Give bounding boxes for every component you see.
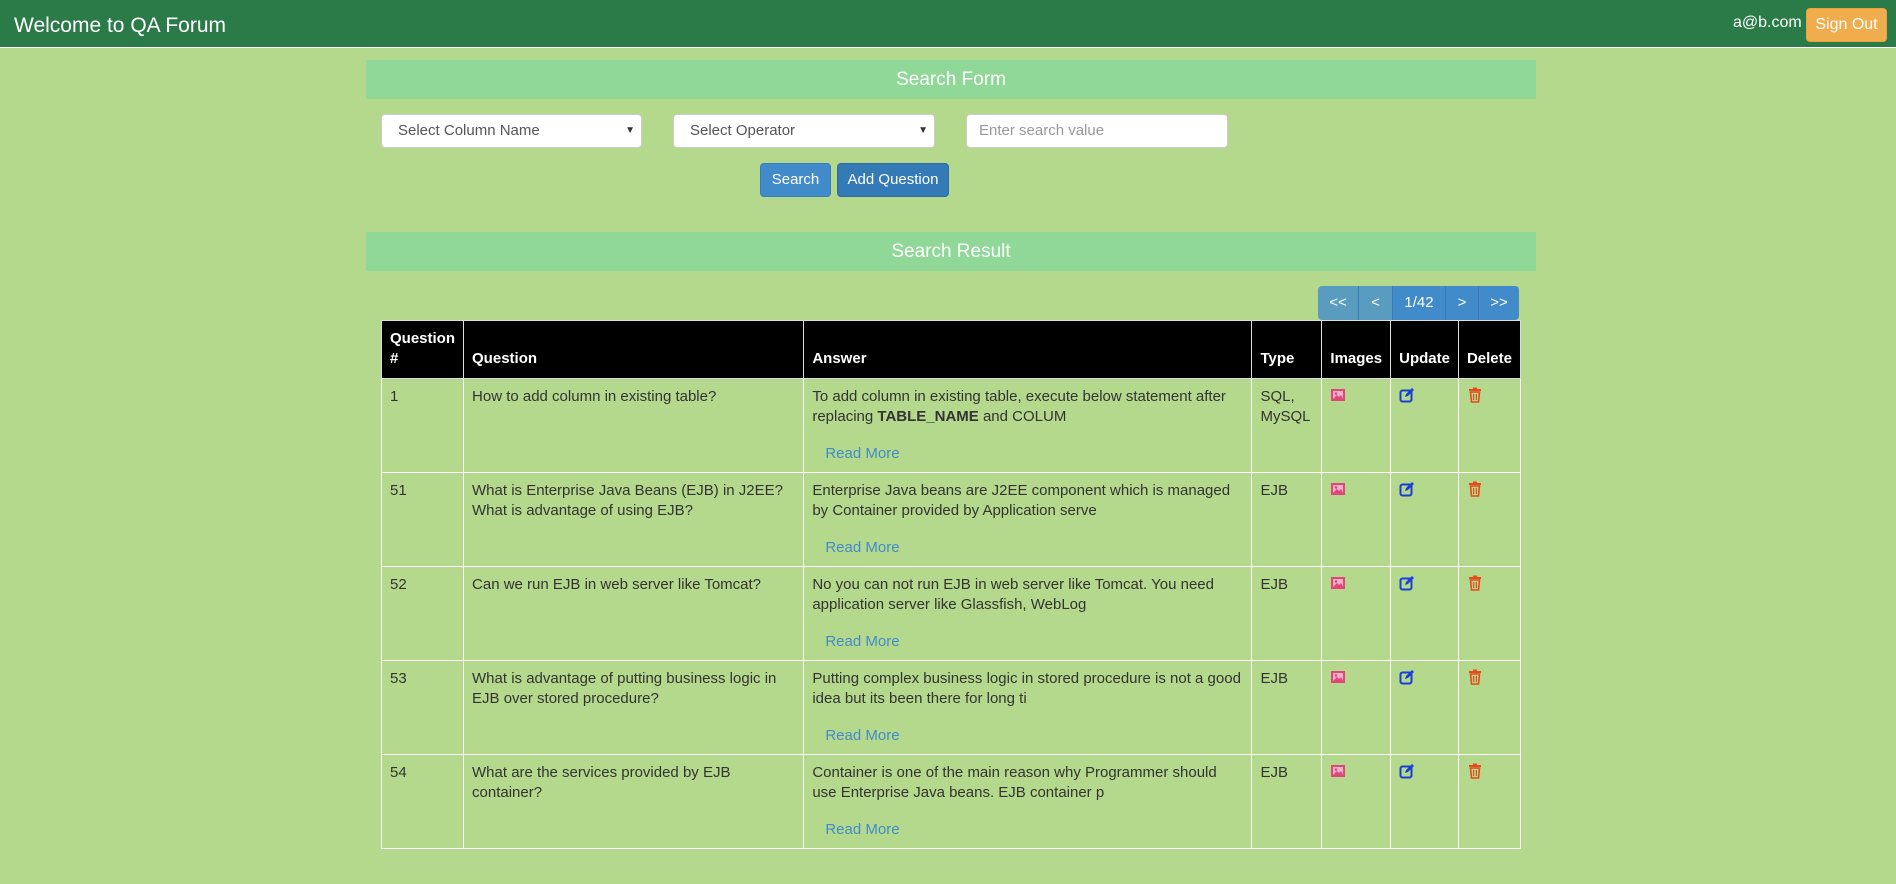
delete-cell	[1457, 378, 1522, 473]
update-cell	[1390, 660, 1459, 755]
images-cell	[1321, 378, 1392, 473]
answer-text: Enterprise Java beans are J2EE component…	[812, 482, 1231, 519]
update-cell	[1390, 472, 1459, 567]
question-number: 51	[380, 472, 465, 567]
column-header: Images	[1321, 320, 1392, 379]
read-more-link[interactable]: Read More	[825, 820, 1243, 840]
update-cell	[1390, 754, 1459, 849]
pagination: << < 1/42 > >>	[1318, 286, 1519, 320]
question-type: SQL, MySQL	[1251, 378, 1323, 473]
last-page-button[interactable]: >>	[1479, 286, 1519, 320]
update-cell	[1390, 378, 1459, 473]
column-name-select[interactable]: Select Column Name ▼	[381, 114, 642, 148]
read-more-link[interactable]: Read More	[825, 726, 1243, 746]
question-number: 53	[380, 660, 465, 755]
column-header: Question	[463, 320, 805, 379]
column-header: Delete	[1457, 320, 1522, 379]
top-navbar: Welcome to QA Forum a@b.com Sign Out	[0, 0, 1896, 48]
first-page-button[interactable]: <<	[1318, 286, 1359, 320]
update-cell	[1390, 566, 1459, 661]
answer-cell: To add column in existing table, execute…	[803, 378, 1253, 473]
search-result-heading: Search Result	[366, 232, 1536, 271]
table-row: 53 What is advantage of putting business…	[380, 660, 1522, 755]
prev-page-button[interactable]: <	[1359, 286, 1393, 320]
column-header: Update	[1390, 320, 1459, 379]
delete-cell	[1457, 660, 1522, 755]
images-cell	[1321, 472, 1392, 567]
add-question-button[interactable]: Add Question	[837, 163, 949, 197]
question-type: EJB	[1251, 472, 1323, 567]
edit-icon[interactable]	[1399, 669, 1415, 685]
picture-icon[interactable]	[1330, 575, 1346, 591]
edit-icon[interactable]	[1399, 481, 1415, 497]
current-page-indicator: 1/42	[1393, 286, 1446, 320]
images-cell	[1321, 754, 1392, 849]
brand-title[interactable]: Welcome to QA Forum	[14, 14, 226, 38]
sign-out-button[interactable]: Sign Out	[1806, 8, 1887, 42]
trash-icon[interactable]	[1467, 575, 1483, 591]
images-cell	[1321, 660, 1392, 755]
picture-icon[interactable]	[1330, 481, 1346, 497]
question-number: 52	[380, 566, 465, 661]
next-page-button[interactable]: >	[1446, 286, 1479, 320]
dropdown-arrow-icon: ▼	[625, 125, 635, 136]
column-name-select-value: Select Column Name	[398, 122, 540, 139]
answer-cell: Enterprise Java beans are J2EE component…	[803, 472, 1253, 567]
search-form-heading: Search Form	[366, 60, 1536, 99]
answer-cell: Putting complex business logic in stored…	[803, 660, 1253, 755]
question-type: EJB	[1251, 754, 1323, 849]
trash-icon[interactable]	[1467, 387, 1483, 403]
table-row: 1 How to add column in existing table? T…	[380, 378, 1522, 473]
question-number: 54	[380, 754, 465, 849]
answer-text-tail: and COLUM	[978, 408, 1067, 425]
delete-cell	[1457, 472, 1522, 567]
picture-icon[interactable]	[1330, 763, 1346, 779]
question-text: What is advantage of putting business lo…	[463, 660, 805, 755]
answer-text: Putting complex business logic in stored…	[812, 670, 1241, 707]
results-table: Question # Question Answer Type Images U…	[380, 320, 1522, 849]
search-button[interactable]: Search	[760, 163, 831, 197]
read-more-link[interactable]: Read More	[825, 444, 1243, 464]
question-text: How to add column in existing table?	[463, 378, 805, 473]
question-number: 1	[380, 378, 465, 473]
edit-icon[interactable]	[1399, 575, 1415, 591]
operator-select-value: Select Operator	[690, 122, 796, 139]
search-value-input[interactable]: Enter search value	[966, 114, 1228, 148]
table-header-row: Question # Question Answer Type Images U…	[380, 320, 1522, 379]
column-header: Question #	[380, 320, 465, 379]
question-text: What is Enterprise Java Beans (EJB) in J…	[463, 472, 805, 567]
delete-cell	[1457, 754, 1522, 849]
column-header: Type	[1251, 320, 1323, 379]
question-type: EJB	[1251, 566, 1323, 661]
user-email: a@b.com	[1733, 14, 1802, 31]
answer-cell: Container is one of the main reason why …	[803, 754, 1253, 849]
read-more-link[interactable]: Read More	[825, 538, 1243, 558]
images-cell	[1321, 566, 1392, 661]
question-text: What are the services provided by EJB co…	[463, 754, 805, 849]
delete-cell	[1457, 566, 1522, 661]
table-row: 52 Can we run EJB in web server like Tom…	[380, 566, 1522, 661]
operator-select[interactable]: Select Operator ▼	[673, 114, 935, 148]
table-row: 54 What are the services provided by EJB…	[380, 754, 1522, 849]
dropdown-arrow-icon: ▼	[918, 125, 928, 136]
answer-text: No you can not run EJB in web server lik…	[812, 576, 1214, 613]
answer-text: Container is one of the main reason why …	[812, 764, 1217, 801]
edit-icon[interactable]	[1399, 387, 1415, 403]
answer-cell: No you can not run EJB in web server lik…	[803, 566, 1253, 661]
picture-icon[interactable]	[1330, 387, 1346, 403]
read-more-link[interactable]: Read More	[825, 632, 1243, 652]
picture-icon[interactable]	[1330, 669, 1346, 685]
question-type: EJB	[1251, 660, 1323, 755]
table-row: 51 What is Enterprise Java Beans (EJB) i…	[380, 472, 1522, 567]
trash-icon[interactable]	[1467, 763, 1483, 779]
question-text: Can we run EJB in web server like Tomcat…	[463, 566, 805, 661]
trash-icon[interactable]	[1467, 481, 1483, 497]
edit-icon[interactable]	[1399, 763, 1415, 779]
trash-icon[interactable]	[1467, 669, 1483, 685]
column-header: Answer	[803, 320, 1253, 379]
answer-emphasis: TABLE_NAME	[877, 408, 979, 425]
